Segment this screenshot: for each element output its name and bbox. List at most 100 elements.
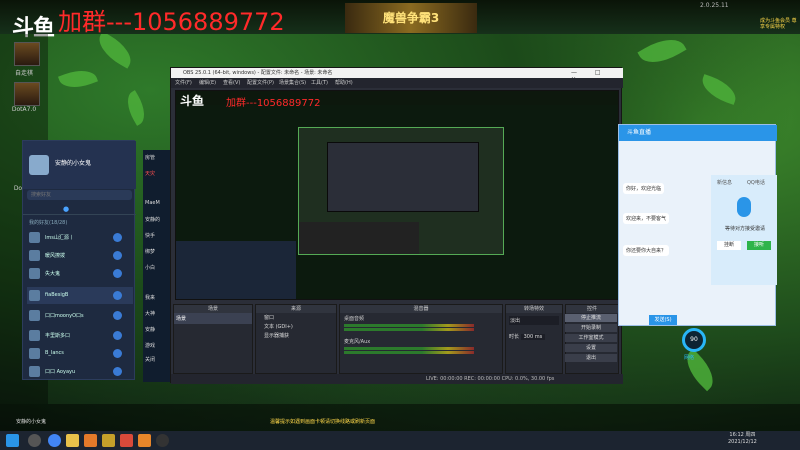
transitions-dock: 转场特效 淡出 时长 300 ms bbox=[505, 304, 563, 374]
friend-row[interactable]: 丰里斯多口 bbox=[27, 327, 133, 344]
app-icon[interactable] bbox=[84, 434, 97, 447]
system-clock: 16:12 周四 2021/12/12 bbox=[728, 432, 757, 446]
preview-friend-list bbox=[176, 241, 296, 299]
transition-select[interactable]: 淡出 bbox=[509, 316, 559, 325]
friend-panel: 安静的小女鬼 ● 我的好友(18/28) lms山汇源丨 暖风撩拨 失大鬼 fi… bbox=[22, 140, 136, 380]
chat-row: 安静的 bbox=[145, 217, 161, 223]
chat-row: MaeM bbox=[145, 200, 160, 206]
mixer-track-label: 桌面音频 bbox=[344, 316, 365, 322]
source-item[interactable]: 文本 (GDI+) bbox=[256, 322, 336, 331]
mixer-track-label: 麦克风/Aux bbox=[344, 339, 371, 345]
friend-row[interactable]: 口口moonyO口s bbox=[27, 307, 133, 324]
app-icon[interactable] bbox=[120, 434, 133, 447]
friend-name: 失大鬼 bbox=[45, 271, 61, 277]
friend-row[interactable]: 暖风撩拨 bbox=[27, 247, 133, 264]
preview-qq-overlay: 加群---1056889772 bbox=[226, 98, 321, 109]
chat-row: 大神 bbox=[145, 311, 156, 317]
friend-search-input[interactable] bbox=[27, 190, 132, 200]
menu-view[interactable]: 查看(V) bbox=[223, 78, 240, 88]
browser-icon[interactable] bbox=[48, 434, 61, 447]
menu-edit[interactable]: 编辑(E) bbox=[199, 78, 216, 88]
chat-bubble: 你还要你大自来？ bbox=[623, 245, 670, 256]
qq-call-panel: 新信息 QQ电话 等待对方接受邀请 挂断 接听 bbox=[711, 175, 777, 285]
chat-row: 安静 bbox=[145, 327, 156, 333]
friend-row[interactable]: 口口 Aoyayu bbox=[27, 363, 133, 380]
menu-scene-collection[interactable]: 场景集合(S) bbox=[279, 78, 306, 88]
duration-input[interactable]: 300 ms bbox=[520, 334, 546, 340]
volume-meter bbox=[344, 324, 474, 327]
friend-row[interactable]: fiaBesigB bbox=[27, 287, 133, 304]
game-icon[interactable] bbox=[14, 82, 40, 106]
friend-row[interactable]: lms山汇源丨 bbox=[27, 229, 133, 246]
nested-preview bbox=[298, 127, 504, 255]
call-label: QQ电话 bbox=[747, 180, 765, 186]
friend-group-label[interactable]: 我的好友(18/28) bbox=[29, 219, 67, 226]
bottom-strip bbox=[0, 404, 800, 431]
app-icon[interactable] bbox=[102, 434, 115, 447]
menu-file[interactable]: 文件(F) bbox=[175, 78, 192, 88]
game-status-icon bbox=[113, 251, 122, 260]
obs-preview[interactable]: 斗鱼 加群---1056889772 bbox=[175, 90, 619, 300]
game-status-icon bbox=[113, 331, 122, 340]
friend-name: 口口 Aoyayu bbox=[45, 369, 76, 375]
source-item[interactable]: 显示器捕获 bbox=[256, 331, 336, 340]
menu-help[interactable]: 帮助(H) bbox=[335, 78, 353, 88]
mixer-header: 混音器 bbox=[340, 305, 502, 313]
bottom-user[interactable]: 安静的小女鬼 bbox=[16, 418, 46, 425]
friend-name: 暖风撩拨 bbox=[45, 253, 66, 259]
scenes-dock: 场景 场景 bbox=[173, 304, 253, 374]
studio-mode-button[interactable]: 工作室模式 bbox=[565, 334, 617, 342]
chat-row: 游戏 bbox=[145, 343, 156, 349]
menu-tools[interactable]: 工具(T) bbox=[311, 78, 328, 88]
nested-obs bbox=[327, 142, 479, 212]
chat-row: 快手 bbox=[145, 233, 156, 239]
nested-dock bbox=[299, 222, 419, 254]
game-status-icon bbox=[113, 349, 122, 358]
friend-row[interactable]: B_lancs bbox=[27, 345, 133, 362]
member-tip[interactable]: 成为斗鱼会员 尊享专属特权 bbox=[760, 18, 800, 30]
settings-button[interactable]: 设置 bbox=[565, 344, 617, 352]
chat-row: 我来 bbox=[145, 295, 156, 301]
chat-row: 绑梦 bbox=[145, 249, 156, 255]
qq-title: 斗鱼直播 bbox=[619, 125, 777, 141]
folder-icon[interactable] bbox=[66, 434, 79, 447]
obs-window: OBS 25.0.1 (64-bit, windows) - 配置文件: 未命名… bbox=[170, 67, 623, 384]
game-status-icon bbox=[113, 291, 122, 300]
scene-item[interactable]: 场景 bbox=[174, 313, 252, 324]
user-name: 安静的小女鬼 bbox=[55, 160, 92, 167]
friend-name: fiaBesigB bbox=[45, 292, 69, 298]
exit-button[interactable]: 退出 bbox=[565, 354, 617, 362]
qq-chat-window: 斗鱼直播 你好，欢迎光临 欢迎来，不要客气 你还要你大自来？ 新信息 QQ电话 … bbox=[618, 124, 777, 326]
speed-gauge: 90 bbox=[682, 328, 706, 352]
hangup-button[interactable]: 挂断 bbox=[717, 241, 741, 250]
friend-name: 丰里斯多口 bbox=[45, 333, 71, 339]
game-label: DotA7.0 bbox=[11, 106, 37, 113]
app-icon[interactable] bbox=[138, 434, 151, 447]
game-icon[interactable] bbox=[14, 42, 40, 66]
start-recording-button[interactable]: 开始录制 bbox=[565, 324, 617, 332]
notice-text: 温馨提示如遇到画面卡顿请切换线路或刷新页面 bbox=[270, 419, 376, 425]
menu-profile[interactable]: 配置文件(P) bbox=[247, 78, 274, 88]
obs-taskbar-icon[interactable] bbox=[156, 434, 169, 447]
mixer-dock: 混音器 桌面音频 麦克风/Aux bbox=[339, 304, 503, 374]
send-button[interactable]: 发送(S) bbox=[649, 315, 677, 325]
source-item[interactable]: 窗口 bbox=[256, 313, 336, 322]
accept-button[interactable]: 接听 bbox=[747, 241, 771, 250]
game-ad-banner[interactable]: 魔兽争霸3 bbox=[345, 3, 477, 33]
friend-row[interactable]: 失大鬼 bbox=[27, 265, 133, 282]
friend-tabs[interactable]: ● bbox=[23, 203, 136, 215]
start-icon[interactable] bbox=[6, 434, 19, 447]
microphone-icon bbox=[737, 197, 751, 217]
obs-title: OBS 25.0.1 (64-bit, windows) - 配置文件: 未命名… bbox=[171, 68, 623, 78]
stop-stream-button[interactable]: 停止推流 bbox=[565, 314, 617, 322]
avatar[interactable] bbox=[29, 155, 49, 175]
search-icon[interactable] bbox=[28, 434, 41, 447]
clock-time: 16:12 周四 bbox=[729, 432, 756, 438]
sources-header: 来源 bbox=[256, 305, 336, 313]
call-status: 等待对方接受邀请 bbox=[724, 226, 765, 232]
version-label: 2.0.25.11 bbox=[700, 2, 729, 9]
controls-header: 控件 bbox=[566, 305, 618, 313]
qq-group-overlay: 加群---1056889772 bbox=[58, 8, 285, 36]
gauge-label: 网络 bbox=[684, 355, 695, 361]
contacts-icon[interactable]: ● bbox=[63, 205, 69, 213]
